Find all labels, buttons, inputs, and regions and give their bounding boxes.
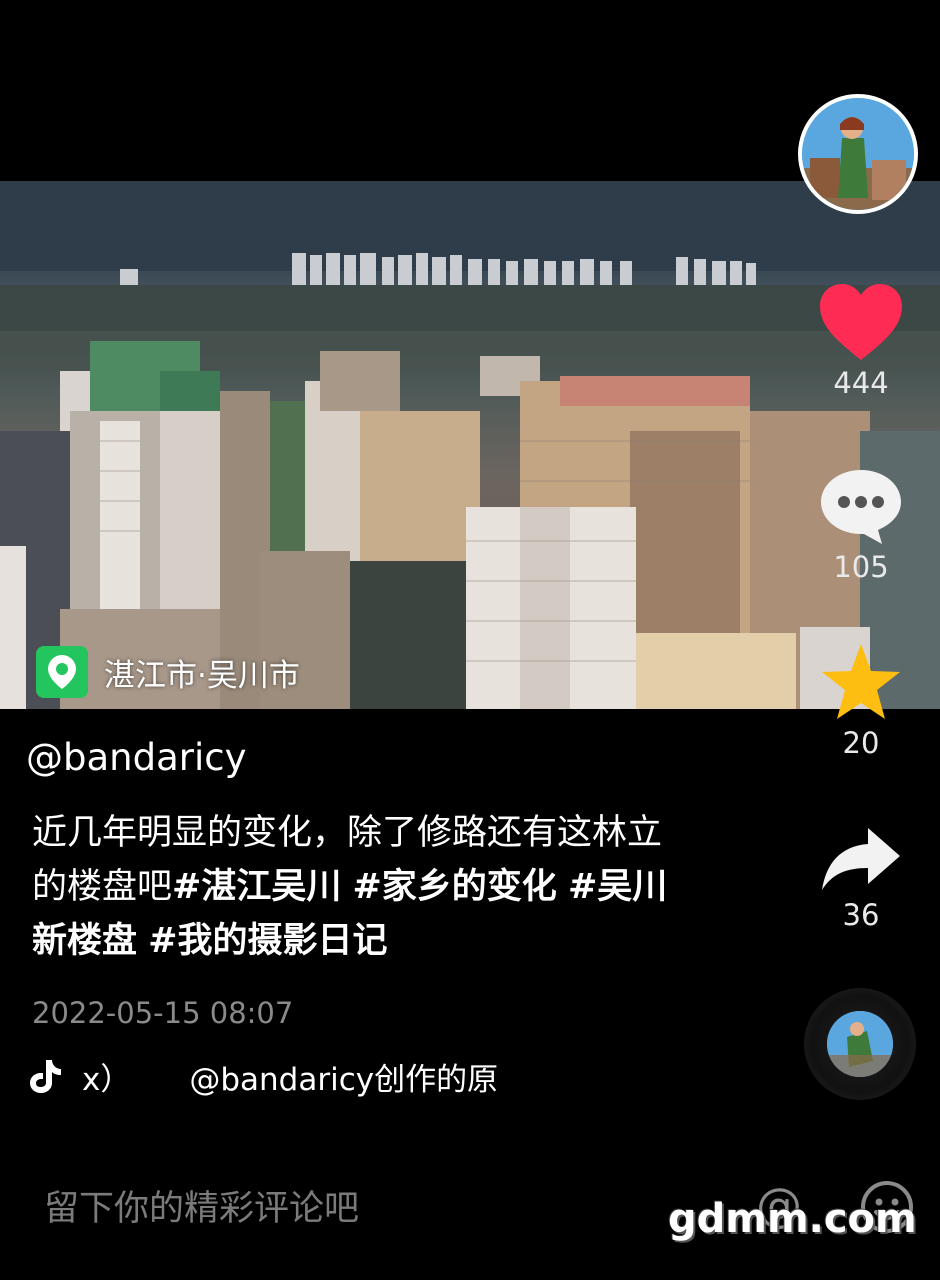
comment-count: 105 <box>833 550 889 584</box>
location-tag[interactable]: 湛江市·吴川市 <box>36 646 300 698</box>
music-label: @bandaricy创作的原 <box>189 1061 499 1098</box>
star-icon <box>822 644 900 719</box>
music-disc[interactable] <box>804 988 916 1100</box>
music-disc-cover <box>827 1011 893 1077</box>
music-prefix: x） <box>82 1061 132 1098</box>
hashtag[interactable]: #湛江吴川 <box>172 867 341 907</box>
like-button[interactable]: 444 <box>818 282 904 400</box>
post-author[interactable]: @bandaricy <box>26 736 247 779</box>
creator-avatar[interactable] <box>798 94 918 214</box>
video-screen: 湛江市·吴川市 444 105 20 36 @bandaricy 近几年明显的变… <box>0 0 940 1280</box>
comment-input[interactable]: 留下你的精彩评论吧 <box>44 1180 359 1231</box>
hashtag[interactable]: #家乡的变化 <box>352 867 556 907</box>
share-button[interactable]: 36 <box>818 824 904 932</box>
music-ticker[interactable]: x） @bandaricy创作的原 <box>28 1056 499 1098</box>
site-watermark: gdmm.com <box>668 1196 917 1242</box>
city-skyline-image <box>0 181 940 709</box>
location-label: 湛江市·吴川市 <box>104 657 300 694</box>
post-caption: 近几年明显的变化，除了修路还有这林立的楼盘吧#湛江吴川​ #家乡的变化​ #吴川… <box>32 813 668 961</box>
share-arrow-icon <box>822 828 900 890</box>
comment-bubble-icon <box>821 470 901 544</box>
heart-icon <box>820 284 902 360</box>
favorite-button[interactable]: 20 <box>818 642 904 760</box>
hashtag[interactable]: #我的摄影日记 <box>148 921 387 961</box>
video-player[interactable] <box>0 181 940 709</box>
post-date: 2022-05-15 08:07 <box>32 996 294 1030</box>
share-count: 36 <box>842 898 880 932</box>
location-pin-icon <box>36 646 88 698</box>
tiktok-note-icon <box>30 1060 61 1093</box>
like-count: 444 <box>833 366 889 400</box>
comment-button[interactable]: 105 <box>818 466 904 584</box>
favorite-count: 20 <box>842 726 880 760</box>
